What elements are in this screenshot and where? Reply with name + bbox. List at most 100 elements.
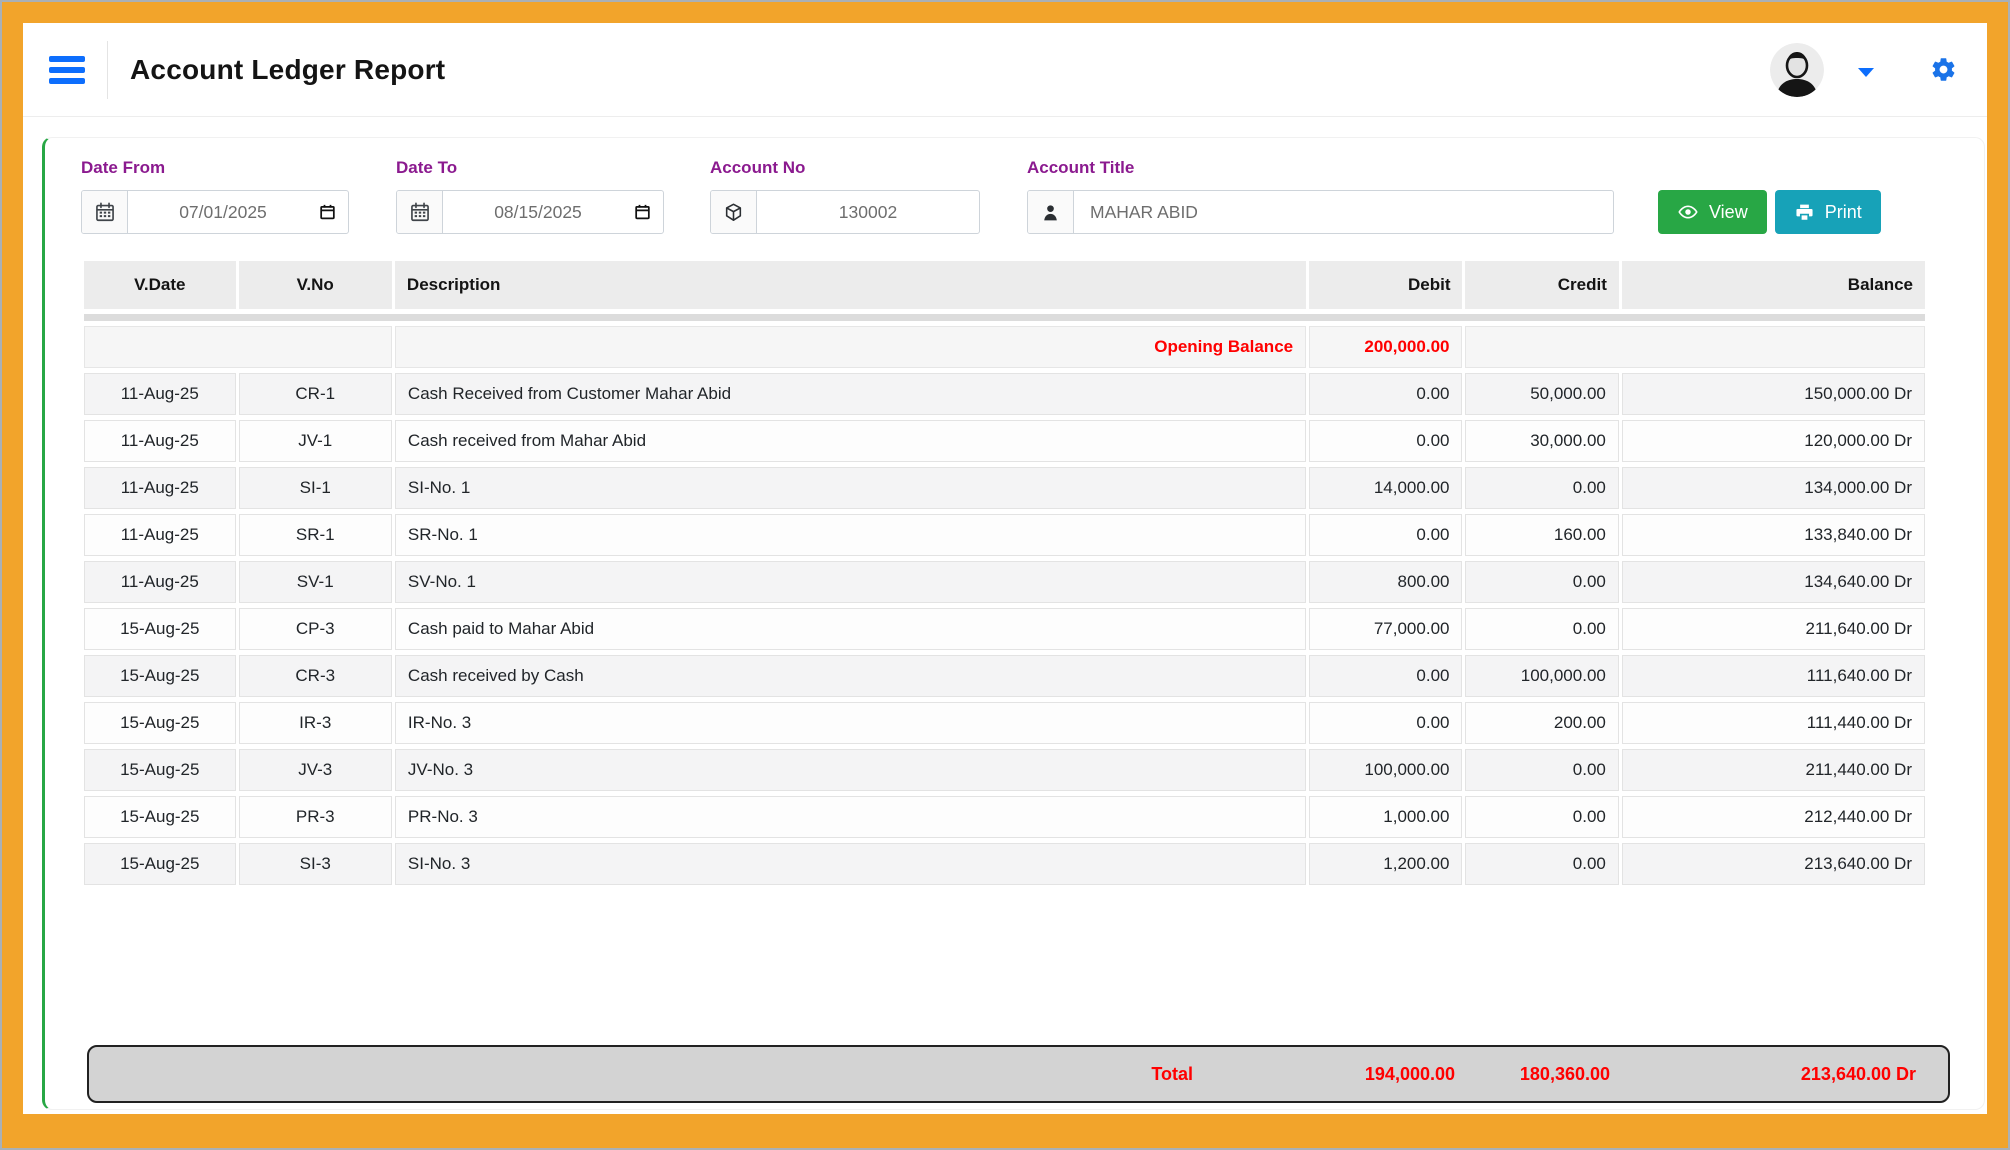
- cell-credit: 30,000.00: [1465, 420, 1618, 462]
- cell-vdate: 11-Aug-25: [84, 561, 236, 603]
- person-icon: [1028, 191, 1074, 233]
- cell-vdate: 15-Aug-25: [84, 796, 236, 838]
- cell-debit: 0.00: [1309, 702, 1462, 744]
- cell-debit: 1,000.00: [1309, 796, 1462, 838]
- page-title: Account Ledger Report: [130, 54, 445, 86]
- cell-vdate: 15-Aug-25: [84, 608, 236, 650]
- cell-credit: 0.00: [1465, 561, 1618, 603]
- print-button[interactable]: Print: [1775, 190, 1881, 234]
- cell-balance: 134,640.00 Dr: [1622, 561, 1925, 603]
- cell-credit: 0.00: [1465, 749, 1618, 791]
- col-debit: Debit: [1309, 261, 1462, 309]
- cell-credit: 50,000.00: [1465, 373, 1618, 415]
- account-title-group: Account Title: [1027, 158, 1614, 234]
- table-row: 15-Aug-25 IR-3 IR-No. 3 0.00 200.00 111,…: [84, 702, 1925, 744]
- date-from-picker-icon[interactable]: [318, 203, 337, 222]
- cell-vno: SI-1: [239, 467, 392, 509]
- cell-credit: 0.00: [1465, 796, 1618, 838]
- cell-debit: 0.00: [1309, 514, 1462, 556]
- cell-balance: 111,440.00 Dr: [1622, 702, 1925, 744]
- cell-description: SR-No. 1: [395, 514, 1306, 556]
- account-no-group: Account No: [710, 158, 980, 234]
- total-balance: 213,640.00 Dr: [1626, 1064, 1948, 1085]
- col-vdate: V.Date: [84, 261, 236, 309]
- cell-debit: 1,200.00: [1309, 843, 1462, 885]
- calendar-icon: [397, 191, 443, 233]
- cell-vdate: 11-Aug-25: [84, 514, 236, 556]
- table-row: 15-Aug-25 PR-3 PR-No. 3 1,000.00 0.00 21…: [84, 796, 1925, 838]
- settings-gear-icon[interactable]: [1930, 56, 1957, 83]
- opening-balance-label: Opening Balance: [395, 326, 1306, 368]
- table-row: 11-Aug-25 SI-1 SI-No. 1 14,000.00 0.00 1…: [84, 467, 1925, 509]
- table-row: 15-Aug-25 JV-3 JV-No. 3 100,000.00 0.00 …: [84, 749, 1925, 791]
- total-bar: Total 194,000.00 180,360.00 213,640.00 D…: [87, 1045, 1950, 1103]
- cell-credit: 100,000.00: [1465, 655, 1618, 697]
- table-row: 11-Aug-25 SR-1 SR-No. 1 0.00 160.00 133,…: [84, 514, 1925, 556]
- eye-icon: [1677, 201, 1699, 223]
- cell-balance: 211,440.00 Dr: [1622, 749, 1925, 791]
- date-from-input[interactable]: [128, 191, 348, 233]
- account-no-input[interactable]: [757, 191, 979, 233]
- opening-balance-debit: 200,000.00: [1309, 326, 1462, 368]
- date-to-picker-icon[interactable]: [633, 203, 652, 222]
- cell-description: IR-No. 3: [395, 702, 1306, 744]
- table-header-row: V.Date V.No Description Debit Credit Bal…: [84, 261, 1925, 309]
- cell-balance: 133,840.00 Dr: [1622, 514, 1925, 556]
- account-title-label: Account Title: [1027, 158, 1614, 178]
- cell-vno: PR-3: [239, 796, 392, 838]
- cell-description: SI-No. 1: [395, 467, 1306, 509]
- action-buttons: View Print: [1658, 190, 1881, 234]
- cell-vdate: 15-Aug-25: [84, 843, 236, 885]
- cube-icon: [711, 191, 757, 233]
- printer-icon: [1794, 202, 1815, 223]
- user-avatar[interactable]: [1770, 43, 1824, 97]
- cell-description: Cash received by Cash: [395, 655, 1306, 697]
- opening-empty-cell: [1465, 326, 1925, 368]
- cell-balance: 120,000.00 Dr: [1622, 420, 1925, 462]
- cell-vdate: 15-Aug-25: [84, 702, 236, 744]
- cell-description: Cash received from Mahar Abid: [395, 420, 1306, 462]
- opening-empty-cell: [84, 326, 392, 368]
- cell-debit: 14,000.00: [1309, 467, 1462, 509]
- cell-description: JV-No. 3: [395, 749, 1306, 791]
- total-debit: 194,000.00: [1321, 1064, 1471, 1085]
- calendar-icon: [82, 191, 128, 233]
- cell-credit: 0.00: [1465, 467, 1618, 509]
- header-divider: [107, 41, 108, 99]
- cell-debit: 100,000.00: [1309, 749, 1462, 791]
- cell-vno: JV-1: [239, 420, 392, 462]
- cell-description: PR-No. 3: [395, 796, 1306, 838]
- table-row: 11-Aug-25 JV-1 Cash received from Mahar …: [84, 420, 1925, 462]
- view-button[interactable]: View: [1658, 190, 1767, 234]
- total-label: Total: [89, 1064, 1321, 1085]
- date-to-input[interactable]: [443, 191, 663, 233]
- header-separator-strip: [84, 314, 1925, 321]
- account-title-input[interactable]: [1074, 191, 1613, 233]
- cell-balance: 211,640.00 Dr: [1622, 608, 1925, 650]
- cell-debit: 0.00: [1309, 420, 1462, 462]
- table-row: 15-Aug-25 CP-3 Cash paid to Mahar Abid 7…: [84, 608, 1925, 650]
- cell-vno: SR-1: [239, 514, 392, 556]
- col-vno: V.No: [239, 261, 392, 309]
- date-from-group: Date From: [81, 158, 349, 234]
- date-to-label: Date To: [396, 158, 664, 178]
- cell-credit: 160.00: [1465, 514, 1618, 556]
- cell-vdate: 11-Aug-25: [84, 420, 236, 462]
- app-window: Account Ledger Report: [23, 23, 1987, 1114]
- dropdown-caret-icon[interactable]: [1858, 68, 1874, 77]
- cell-balance: 213,640.00 Dr: [1622, 843, 1925, 885]
- cell-vno: CR-3: [239, 655, 392, 697]
- cell-vno: CP-3: [239, 608, 392, 650]
- cell-vdate: 11-Aug-25: [84, 467, 236, 509]
- cell-vno: SI-3: [239, 843, 392, 885]
- report-card: Date From: [42, 137, 1985, 1110]
- cell-description: SI-No. 3: [395, 843, 1306, 885]
- total-credit: 180,360.00: [1471, 1064, 1626, 1085]
- cell-balance: 150,000.00 Dr: [1622, 373, 1925, 415]
- hamburger-menu-icon[interactable]: [49, 56, 85, 84]
- cell-balance: 111,640.00 Dr: [1622, 655, 1925, 697]
- cell-vno: IR-3: [239, 702, 392, 744]
- app-frame: Account Ledger Report: [0, 0, 2010, 1150]
- cell-vno: JV-3: [239, 749, 392, 791]
- col-balance: Balance: [1622, 261, 1925, 309]
